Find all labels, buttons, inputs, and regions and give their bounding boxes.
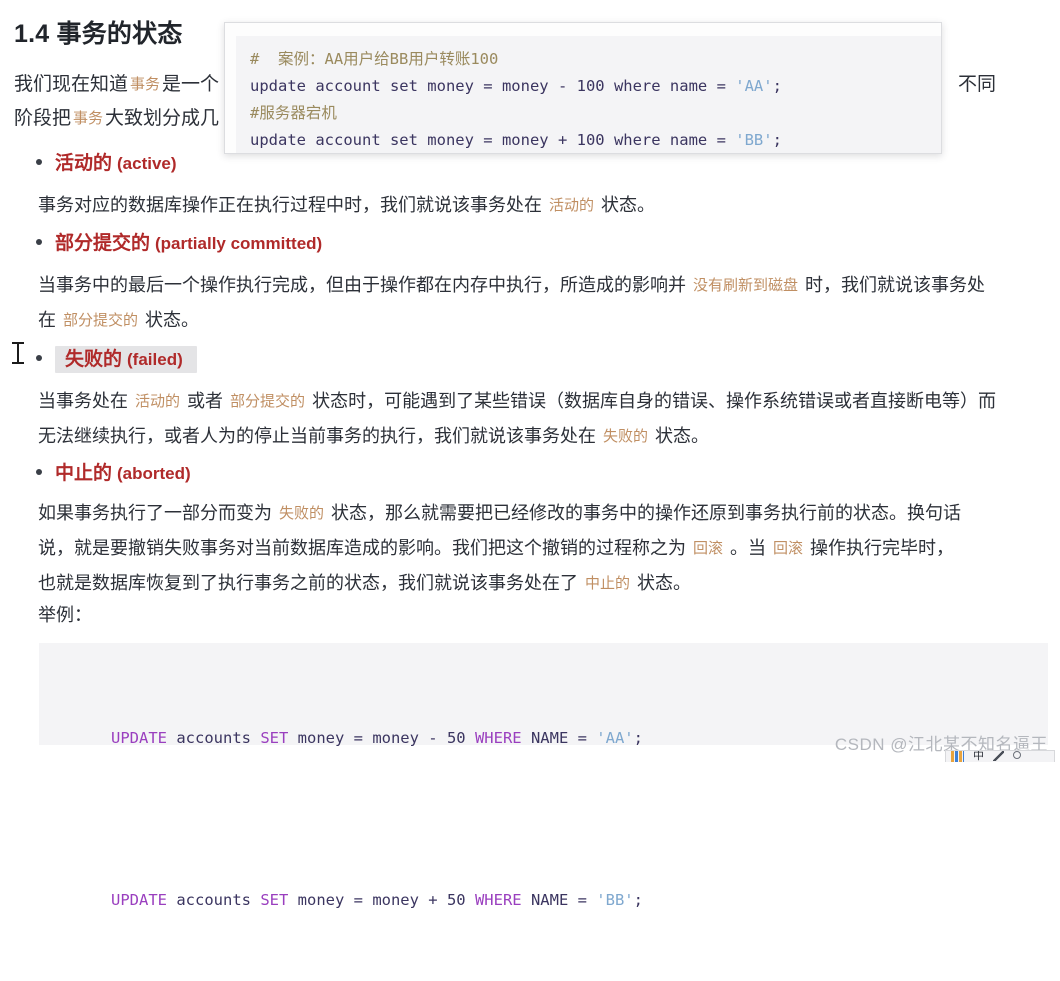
body-seg: 状态。 xyxy=(632,573,692,593)
body-seg: 状态。 xyxy=(140,310,200,330)
intro-text-a: 我们现在知道 xyxy=(14,74,129,95)
state-body-partially-committed: 当事务中的最后一个操作执行完成，但由于操作都在内存中执行，所造成的影响并 没有刷… xyxy=(38,268,998,338)
intro-emphasis-2: 事务 xyxy=(73,110,104,127)
body-seg-emphasis: 回滚 xyxy=(773,540,804,557)
popup-code-line-1: # 案例：AA用户给BB用户转账100 xyxy=(250,50,499,68)
state-body-aborted: 如果事务执行了一部分而变为 失败的 状态，那么就需要把已经修改的事务中的操作还原… xyxy=(38,496,968,601)
intro-text-d: 大致划分成几 xyxy=(105,108,220,129)
body-seg: 状态。 xyxy=(596,195,656,215)
section-number: 1.4 xyxy=(14,20,50,48)
body-seg-emphasis: 活动的 xyxy=(135,393,181,410)
sql-text: ; xyxy=(633,729,643,747)
state-name-cn: 失败的 xyxy=(65,349,123,370)
sql-keyword: UPDATE xyxy=(111,729,167,747)
bullet-dot-icon xyxy=(36,355,42,361)
state-name-en: (active) xyxy=(117,154,177,173)
body-seg-emphasis: 没有刷新到磁盘 xyxy=(693,277,799,294)
bullet-dot-icon xyxy=(36,239,42,245)
popup-code-line-4: update account set money = money + 100 w… xyxy=(250,127,941,153)
popup-code-line-2-code: update account set money = money - 100 w… xyxy=(250,77,736,95)
body-seg-emphasis: 中止的 xyxy=(585,575,631,592)
body-seg-emphasis: 失败的 xyxy=(279,505,325,522)
code-tooltip-popup: # 案例：AA用户给BB用户转账100 update account set m… xyxy=(224,22,942,154)
bullet-dot-icon xyxy=(36,469,42,475)
ime-logo-icon xyxy=(951,751,964,762)
sql-text: money = money - 50 xyxy=(288,729,475,747)
sql-keyword: UPDATE xyxy=(111,891,167,909)
state-heading-failed[interactable]: 失败的 (failed) xyxy=(36,344,197,373)
text-cursor-bottom-bar xyxy=(12,362,24,364)
body-seg: 状态。 xyxy=(650,426,710,446)
state-heading-active: 活动的 (active) xyxy=(36,148,177,175)
sql-text: NAME = xyxy=(521,891,597,909)
example-code-line-2: UPDATE accounts SET money = money + 50 W… xyxy=(55,819,1048,981)
sql-keyword: SET xyxy=(260,729,289,747)
page-title: 1.4 事务的状态 xyxy=(14,14,183,50)
popup-code-line-2-string: 'AA' xyxy=(735,77,773,95)
sql-keyword: WHERE xyxy=(474,729,522,747)
sql-text: ; xyxy=(633,891,643,909)
state-heading-partially-committed: 部分提交的 (partially committed) xyxy=(36,228,322,255)
state-name-cn: 部分提交的 xyxy=(55,233,151,254)
text-cursor-stem xyxy=(17,344,19,362)
intro-text-b: 是一个 xyxy=(162,74,220,95)
body-seg-emphasis: 部分提交的 xyxy=(63,312,139,329)
ime-settings-icon[interactable] xyxy=(1013,751,1021,759)
body-seg: 如果事务执行了一部分而变为 xyxy=(38,503,277,523)
popup-code-line-4-string: 'BB' xyxy=(735,131,773,149)
body-seg-emphasis: 回滚 xyxy=(693,540,724,557)
section-title: 事务的状态 xyxy=(56,20,183,48)
state-body-failed: 当事务处在 活动的 或者 部分提交的 状态时，可能遇到了某些错误（数据库自身的错… xyxy=(38,384,1003,454)
sql-text: NAME = xyxy=(521,729,597,747)
sql-text: accounts xyxy=(167,729,261,747)
code-tooltip-body: # 案例：AA用户给BB用户转账100 update account set m… xyxy=(236,36,941,153)
body-seg-emphasis: 部分提交的 xyxy=(230,393,306,410)
body-seg: 当事务中的最后一个操作执行完成，但由于操作都在内存中执行，所造成的影响并 xyxy=(38,275,691,295)
popup-code-line-4-end: ; xyxy=(772,131,782,149)
sql-text: accounts xyxy=(167,891,261,909)
state-heading-active-label: 活动的 (active) xyxy=(55,153,177,174)
state-name-cn: 中止的 xyxy=(55,463,113,484)
sql-text: money = money + 50 xyxy=(288,891,475,909)
state-heading-failed-label[interactable]: 失败的 (failed) xyxy=(55,346,197,373)
sql-string: 'AA' xyxy=(596,729,634,747)
state-heading-aborted-label: 中止的 (aborted) xyxy=(55,463,191,484)
body-seg-emphasis: 失败的 xyxy=(603,428,649,445)
body-seg-emphasis: 活动的 xyxy=(549,197,595,214)
body-seg: 当事务处在 xyxy=(38,391,134,411)
state-name-en: (failed) xyxy=(127,350,183,369)
state-body-active: 事务对应的数据库操作正在执行过程中时，我们就说该事务处在 活动的 状态。 xyxy=(38,188,1038,223)
body-seg: 或者 xyxy=(182,391,229,411)
popup-code-line-3: #服务器宕机 xyxy=(250,104,337,122)
state-heading-partially-committed-label: 部分提交的 (partially committed) xyxy=(55,233,322,254)
state-heading-aborted: 中止的 (aborted) xyxy=(36,458,191,485)
document-page: 1.4 事务的状态 我们现在知道 事务 是一个 不同 阶段把 事务 大致划分成几 # 案… xyxy=(0,0,1060,909)
sql-keyword: SET xyxy=(260,891,289,909)
intro-text-c: 阶段把 xyxy=(14,108,72,129)
intro-emphasis-1: 事务 xyxy=(130,76,161,93)
example-label: 举例： xyxy=(38,605,92,625)
state-name-en: (aborted) xyxy=(117,464,191,483)
popup-code-line-2: update account set money = money - 100 w… xyxy=(250,73,941,100)
ime-toolbar[interactable]: 中 xyxy=(945,750,1055,762)
state-name-cn: 活动的 xyxy=(55,153,113,174)
text-cursor-top-bar xyxy=(12,342,24,344)
text-cursor-icon xyxy=(12,342,24,364)
body-seg: 事务对应的数据库操作正在执行过程中时，我们就说该事务处在 xyxy=(38,195,547,215)
intro-line-1-tail: 不同 xyxy=(958,74,997,95)
state-name-en: (partially committed) xyxy=(155,234,323,253)
sql-string: 'BB' xyxy=(596,891,634,909)
bullet-dot-icon xyxy=(36,159,42,165)
sql-keyword: WHERE xyxy=(474,891,522,909)
popup-code-line-4-code: update account set money = money + 100 w… xyxy=(250,131,736,149)
popup-code-line-2-end: ; xyxy=(772,77,782,95)
body-seg: 。当 xyxy=(725,538,772,558)
